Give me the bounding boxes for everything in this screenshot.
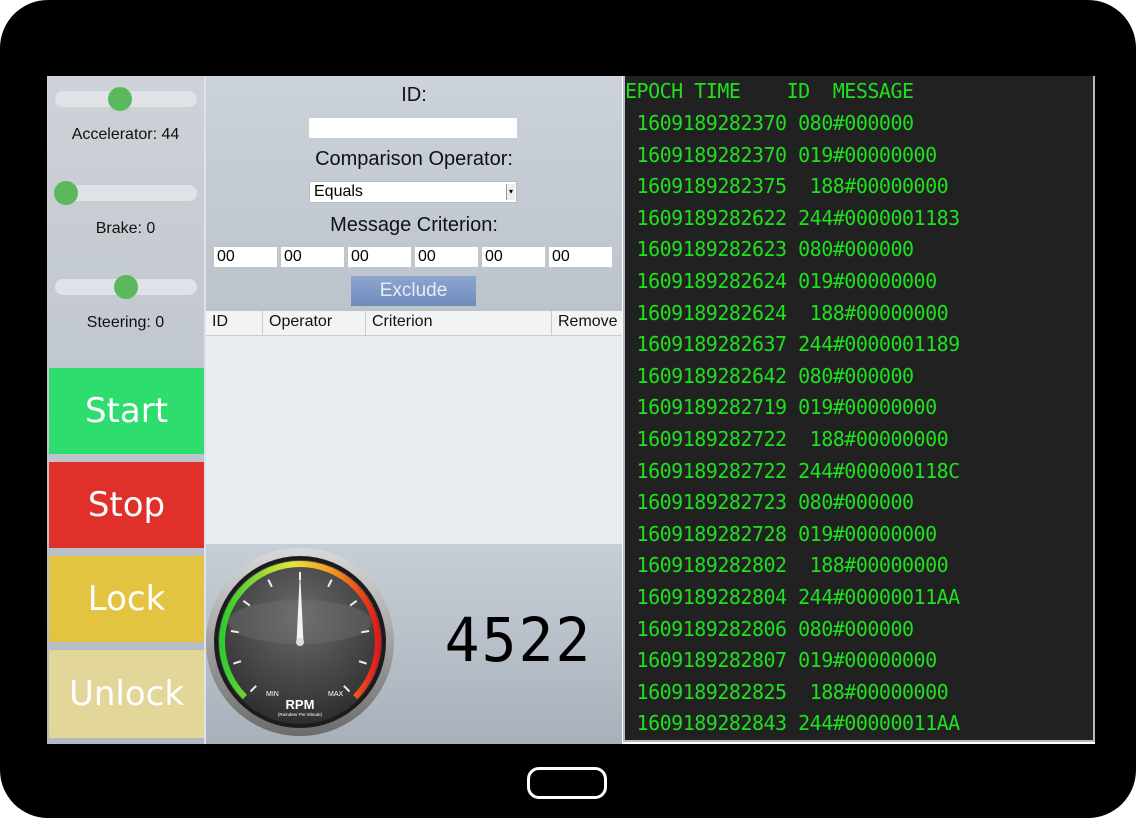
criterion-byte-5-input[interactable]: 00 xyxy=(482,247,545,267)
gauge-tick xyxy=(361,630,370,634)
log-header: EPOCH TIME ID MESSAGE xyxy=(625,79,914,103)
criterion-byte-3-input[interactable]: 00 xyxy=(348,247,411,267)
log-row: 1609189282825 188#00000000 xyxy=(625,679,949,704)
gauge-max-label: MAX xyxy=(328,691,344,698)
log-row: 1609189282722 188#00000000 xyxy=(625,427,949,451)
comparison-operator-select[interactable]: Equals ▾ xyxy=(309,181,517,203)
unlock-button[interactable]: Unlock xyxy=(49,650,204,738)
log-row: 1609189282728 019#00000000 xyxy=(625,521,938,546)
id-input[interactable] xyxy=(309,118,517,138)
criterion-byte-4-input[interactable]: 00 xyxy=(415,247,478,267)
steering-slider-thumb[interactable] xyxy=(114,275,138,299)
table-header: ID Operator Criterion Remove xyxy=(206,311,622,336)
gauge-needle-hub xyxy=(296,638,304,646)
dropdown-arrow-icon[interactable]: ▾ xyxy=(506,184,515,200)
filter-panel: ID: Comparison Operator: Equals ▾ Messag… xyxy=(206,76,622,311)
gauge-rpm-sublabel: (Reindeer Per Minute) xyxy=(278,712,323,717)
log-row: 1609189282375 188#00000000 xyxy=(625,174,949,199)
log-row: 1609189282622 244#0000001183 xyxy=(625,205,961,230)
screen: Accelerator: 44 Brake: 0 Steering: 0 Sta… xyxy=(47,76,1095,744)
log-row: 1609189282642 080#000000 xyxy=(625,363,914,388)
log-row: 1609189282370 080#000000 xyxy=(625,111,914,135)
rpm-digital-panel: 4522 xyxy=(415,544,622,744)
log-row: 1609189282637 244#0000001189 xyxy=(625,332,961,357)
rpm-digital-readout: 4522 xyxy=(444,604,593,676)
column-header-operator: Operator xyxy=(263,311,366,335)
lock-button[interactable]: Lock xyxy=(49,556,204,642)
brake-label: Brake: 0 xyxy=(95,220,156,237)
column-header-id: ID xyxy=(206,311,263,335)
control-panel: Accelerator: 44 Brake: 0 Steering: 0 Sta… xyxy=(47,76,206,744)
log-row: 1609189282804 244#00000011AA xyxy=(625,585,961,609)
gauge-tick xyxy=(230,630,239,634)
steering-slider[interactable] xyxy=(55,275,197,299)
accelerator-label: Accelerator: 44 xyxy=(71,126,180,143)
filter-table: ID Operator Criterion Remove xyxy=(206,311,622,544)
message-criterion-label: Message Criterion: xyxy=(330,214,498,236)
log-row: 1609189282802 188#00000000 xyxy=(625,553,949,578)
log-row: 1609189282624 019#00000000 xyxy=(625,269,938,293)
log-row: 1609189282719 019#00000000 xyxy=(625,395,938,420)
start-button[interactable]: Start xyxy=(49,368,204,454)
exclude-button[interactable]: Exclude xyxy=(351,276,476,306)
brake-slider-thumb[interactable] xyxy=(54,181,79,205)
rpm-gauge: MIN MAX RPM (Reindeer Per Minute) xyxy=(206,548,394,736)
criterion-byte-2-input[interactable]: 00 xyxy=(281,247,344,267)
steering-label: Steering: 0 xyxy=(86,314,165,331)
brake-slider[interactable] xyxy=(54,181,197,205)
log-row: 1609189282807 019#00000000 xyxy=(625,648,938,673)
log-row: 1609189282806 080#000000 xyxy=(625,616,914,641)
comparison-operator-label: Comparison Operator: xyxy=(315,148,513,170)
criterion-byte-1-input[interactable]: 00 xyxy=(214,247,277,267)
log-row: 1609189282843 244#00000011AA xyxy=(625,711,961,736)
gauge-min-label: MIN xyxy=(266,691,279,698)
log-row: 1609189282624 188#00000000 xyxy=(625,300,949,325)
rpm-gauge-panel: MIN MAX RPM (Reindeer Per Minute) xyxy=(206,544,416,744)
stop-button[interactable]: Stop xyxy=(49,462,204,548)
gauge-rpm-label: RPM xyxy=(286,697,315,712)
log-row: 1609189282370 019#00000000 xyxy=(625,142,938,167)
log-row: 1609189282623 080#000000 xyxy=(625,237,914,262)
home-button[interactable] xyxy=(527,767,607,799)
column-header-remove: Remove xyxy=(558,313,618,330)
log-row: 1609189282722 244#000000118C xyxy=(625,458,961,483)
comparison-operator-value: Equals xyxy=(314,183,363,200)
log-row: 1609189282723 080#000000 xyxy=(625,490,914,515)
id-label: ID: xyxy=(401,84,427,106)
criterion-byte-6-input[interactable]: 00 xyxy=(549,247,612,267)
accelerator-slider[interactable] xyxy=(55,87,197,111)
column-header-criterion: Criterion xyxy=(366,311,552,335)
accelerator-slider-thumb[interactable] xyxy=(108,87,133,111)
can-message-log[interactable]: EPOCH TIME ID MESSAGE 1609189282370 080#… xyxy=(623,76,1095,742)
